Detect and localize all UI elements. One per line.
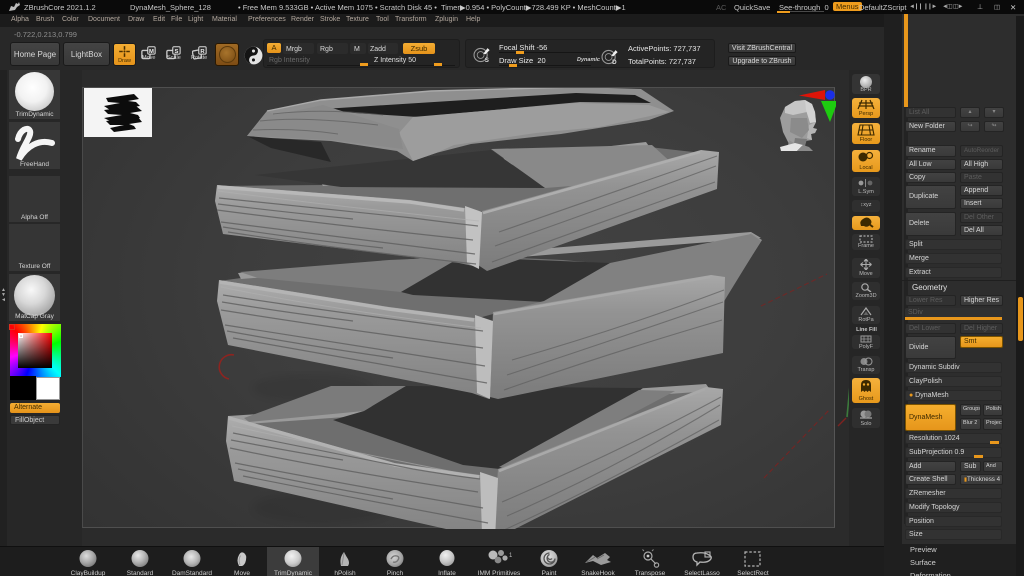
svg-text:S: S [485, 57, 489, 64]
svg-text:D: D [612, 59, 617, 66]
svg-text:14: 14 [509, 553, 512, 559]
